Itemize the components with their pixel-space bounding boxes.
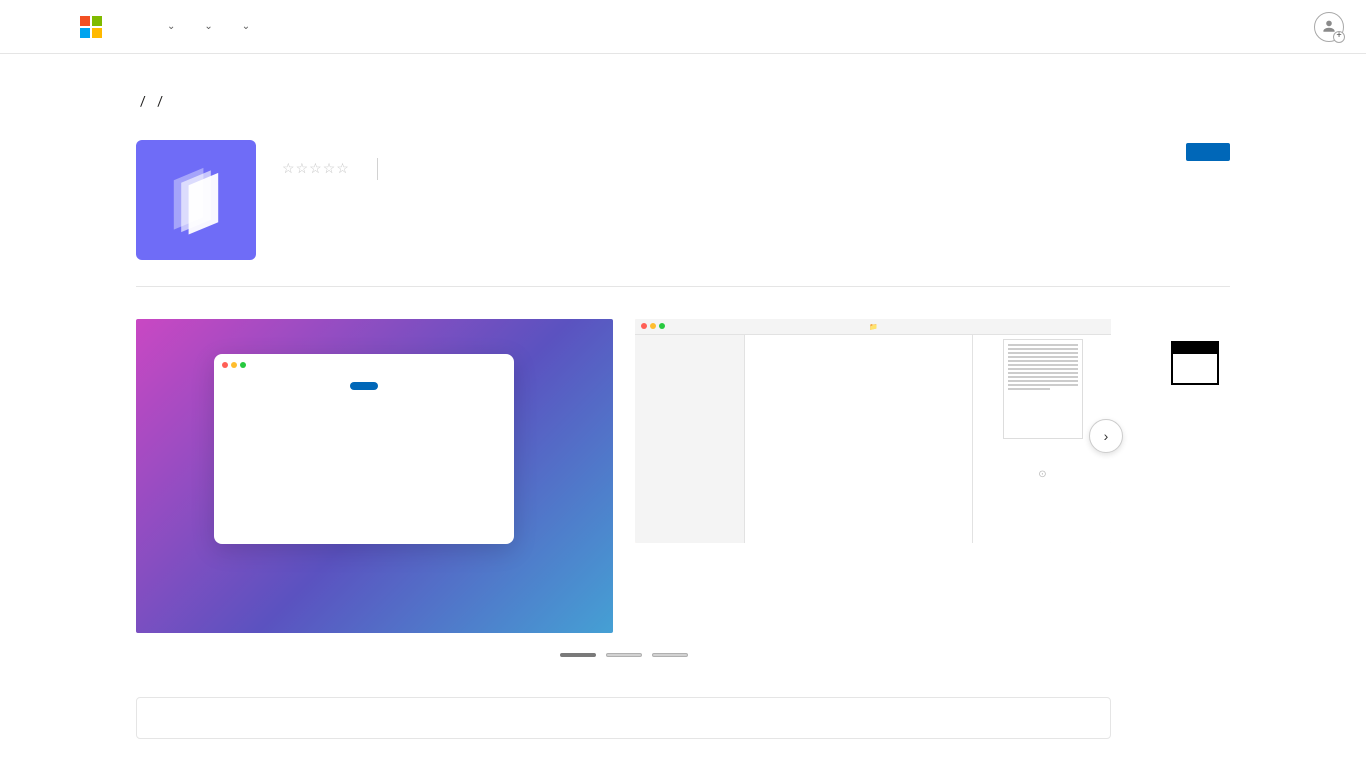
star-icon: ☆: [296, 161, 309, 178]
content-row: 📁 ⊙: [136, 319, 1230, 739]
nav-software[interactable]: ⌄: [162, 21, 175, 32]
main-nav: ⌄ ⌄ ⌄: [138, 21, 1296, 32]
section-divider: [136, 286, 1230, 287]
finder-filelist: [745, 319, 972, 543]
app-hero: ☆ ☆ ☆ ☆ ☆: [136, 140, 1230, 260]
screenshot-window: [214, 354, 514, 544]
rating-stars[interactable]: ☆ ☆ ☆ ☆ ☆: [282, 161, 349, 178]
carousel-track: 📁 ⊙: [136, 319, 1111, 633]
carousel-indicators: [136, 653, 1111, 657]
star-icon: ☆: [336, 161, 349, 178]
carousel-next-button[interactable]: ›: [1089, 419, 1123, 453]
chevron-right-icon: ›: [1104, 428, 1109, 444]
microsoft-logo[interactable]: [80, 16, 110, 38]
finder-window: 📁 ⊙: [635, 319, 1111, 543]
iarc-badge-icon: [1171, 341, 1219, 385]
app-icon: [136, 140, 256, 260]
age-rating: [1171, 341, 1230, 385]
microsoft-logo-icon: [80, 16, 102, 38]
add-badge-icon: +: [1333, 31, 1345, 43]
window-controls-icon: [222, 362, 246, 368]
star-icon: ☆: [309, 161, 322, 178]
window-controls-icon: [641, 323, 665, 329]
header-actions: +: [1296, 12, 1344, 42]
site-header: ⌄ ⌄ ⌄ +: [0, 0, 1366, 54]
divider: [377, 158, 378, 180]
screenshots-carousel: 📁 ⊙: [136, 319, 1111, 739]
signin-button: [350, 382, 378, 390]
description-section: [136, 697, 1111, 739]
account-button[interactable]: +: [1314, 12, 1344, 42]
carousel-dot[interactable]: [606, 653, 642, 657]
app-icon-graphic: [159, 163, 233, 237]
document-preview-icon: [1003, 339, 1083, 439]
nav-games[interactable]: ⌄: [199, 21, 212, 32]
chevron-down-icon: ⌄: [204, 21, 212, 32]
screenshot-2[interactable]: 📁 ⊙: [635, 319, 1111, 543]
cta-region: [1186, 140, 1230, 169]
chevron-down-icon: ⌄: [167, 21, 175, 32]
screenshot-1[interactable]: [136, 319, 613, 633]
star-icon: ☆: [282, 161, 295, 178]
app-info: ☆ ☆ ☆ ☆ ☆: [282, 140, 392, 260]
get-in-store-button[interactable]: [1186, 143, 1230, 161]
more-link: ⊙: [981, 469, 1104, 480]
finder-title: 📁: [869, 323, 878, 331]
nav-all-microsoft[interactable]: ⌄: [237, 21, 250, 32]
details-panel: [1171, 319, 1230, 739]
description-body: [136, 697, 1111, 739]
breadcrumb: / /: [136, 94, 1230, 110]
finder-titlebar: 📁: [635, 319, 1111, 335]
star-icon: ☆: [323, 161, 336, 178]
finder-sidebar: [635, 319, 745, 543]
chevron-down-icon: ⌄: [242, 21, 250, 32]
app-meta: ☆ ☆ ☆ ☆ ☆: [282, 158, 392, 180]
breadcrumb-sep: /: [157, 94, 163, 110]
breadcrumb-sep: /: [140, 94, 146, 110]
carousel-dot[interactable]: [652, 653, 688, 657]
carousel-dot[interactable]: [560, 653, 596, 657]
